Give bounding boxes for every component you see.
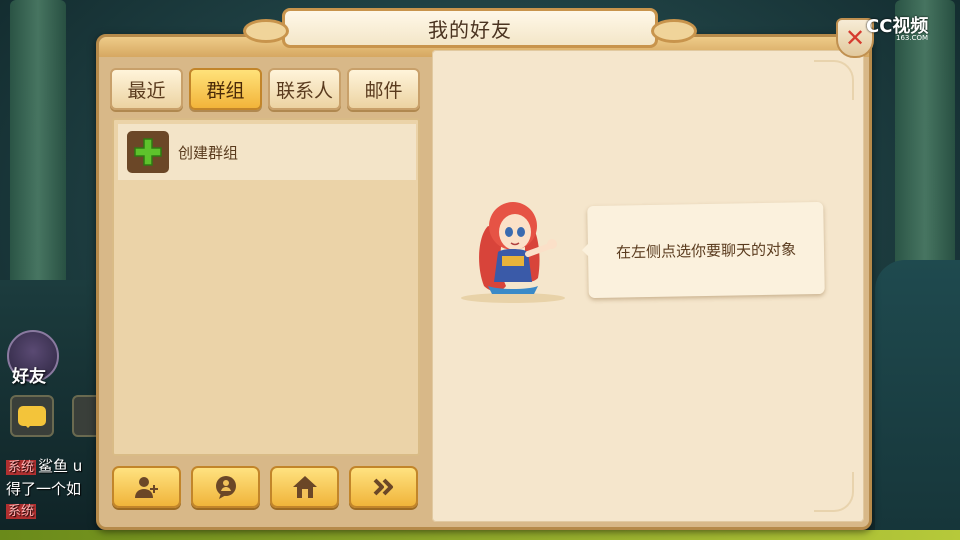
group-list: 创建群组: [112, 118, 420, 456]
plus-icon: [127, 131, 169, 173]
chat-line: 得了一个如: [6, 478, 81, 499]
tab-contacts[interactable]: 联系人: [268, 68, 341, 110]
chat-button[interactable]: [191, 466, 260, 508]
chat-text: 鲨鱼 u: [38, 457, 83, 475]
chat-line: 系统 鲨鱼 u: [6, 455, 82, 476]
panel-title: 我的好友: [428, 17, 512, 42]
corner-ornament: [814, 60, 854, 100]
chat-tag: 系统: [6, 504, 37, 519]
tab-mail[interactable]: 邮件: [347, 68, 420, 110]
chat-icon: [18, 406, 46, 428]
create-group-label: 创建群组: [178, 143, 239, 162]
double-arrow-right-icon: [373, 478, 393, 496]
experience-bar: [0, 530, 960, 540]
create-group-item[interactable]: 创建群组: [118, 124, 416, 180]
background-pillar-left: [10, 0, 66, 300]
watermark-subtext: 163.COM: [896, 34, 929, 42]
friend-button-label: 好友: [12, 367, 46, 387]
tab-bar: 最近 群组 联系人 邮件: [110, 68, 420, 110]
home-icon: [292, 476, 317, 498]
chat-bubble-icon: [215, 476, 236, 499]
add-friend-icon: [134, 477, 158, 498]
background-rock: [875, 260, 960, 540]
bottom-action-bar: [112, 466, 418, 508]
chat-prompt-bubble: 在左侧点选你要聊天的对象: [587, 201, 825, 299]
chat-tag: 系统: [6, 460, 37, 475]
chat-toggle-button[interactable]: [10, 395, 54, 437]
chat-line: 系统: [6, 500, 38, 519]
panel-title-banner: 我的好友: [243, 8, 697, 48]
more-button[interactable]: [349, 466, 418, 508]
background-pillar-right: [895, 0, 955, 300]
guide-character-image: [461, 202, 565, 303]
chat-prompt-text: 在左侧点选你要聊天的对象: [615, 239, 797, 262]
chat-text: 得了一个如: [6, 480, 82, 498]
tab-recent[interactable]: 最近: [110, 68, 183, 110]
tab-groups[interactable]: 群组: [189, 68, 262, 110]
add-friend-button[interactable]: [112, 466, 181, 508]
close-icon: ✕: [844, 24, 866, 52]
home-button[interactable]: [270, 466, 339, 508]
corner-ornament: [814, 472, 854, 512]
